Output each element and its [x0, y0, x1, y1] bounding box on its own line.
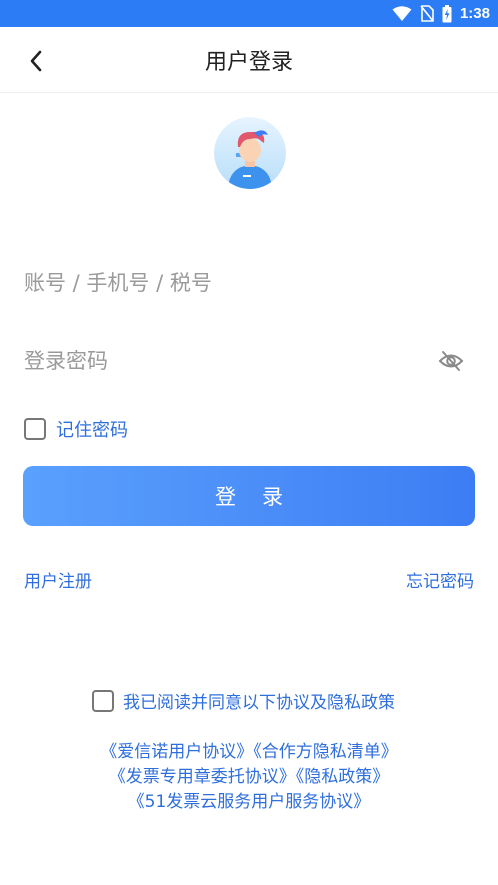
account-field — [24, 258, 474, 308]
password-visibility-toggle[interactable] — [438, 349, 464, 373]
user-agreement-link[interactable]: 《爱信诺用户协议》 — [100, 742, 253, 762]
password-input[interactable] — [24, 336, 474, 386]
battery-charging-icon — [442, 4, 452, 22]
login-button[interactable]: 登录 — [23, 466, 475, 526]
no-sim-icon — [420, 5, 434, 22]
remember-password-label: 记住密码 — [56, 420, 128, 441]
agreement-checkbox[interactable] — [92, 689, 114, 712]
agreement-links: 《爱信诺用户协议》《合作方隐私清单》 《发票专用章委托协议》《隐私政策》 《51… — [0, 740, 498, 815]
cloud-service-agreement-link[interactable]: 《51发票云服务用户服务协议》 — [128, 792, 371, 812]
status-time: 1:38 — [459, 5, 490, 22]
agreement-label: 我已阅读并同意以下协议及隐私政策 — [123, 693, 395, 713]
eye-off-icon — [438, 351, 464, 371]
register-link[interactable]: 用户注册 — [24, 567, 92, 592]
remember-password-checkbox[interactable] — [24, 418, 46, 440]
privacy-policy-link[interactable]: 《隐私政策》 — [296, 767, 390, 787]
remember-password[interactable]: 记住密码 — [24, 416, 128, 442]
page-title: 用户登录 — [204, 50, 293, 75]
account-input[interactable] — [24, 258, 474, 308]
status-icons: 1:38 — [392, 3, 490, 24]
password-field — [24, 336, 474, 386]
forgot-password-link[interactable]: 忘记密码 — [406, 567, 474, 592]
partner-privacy-list-link[interactable]: 《合作方隐私清单》 — [253, 742, 398, 762]
header: 用户登录 — [0, 27, 498, 93]
agreement-consent[interactable]: 我已阅读并同意以下协议及隐私政策 — [92, 688, 395, 713]
avatar-illustration — [214, 117, 286, 189]
seal-authorization-agreement-link[interactable]: 《发票专用章委托协议》 — [109, 767, 296, 787]
status-bar: 1:38 — [0, 0, 498, 27]
avatar — [214, 117, 286, 189]
wifi-icon — [392, 5, 412, 21]
